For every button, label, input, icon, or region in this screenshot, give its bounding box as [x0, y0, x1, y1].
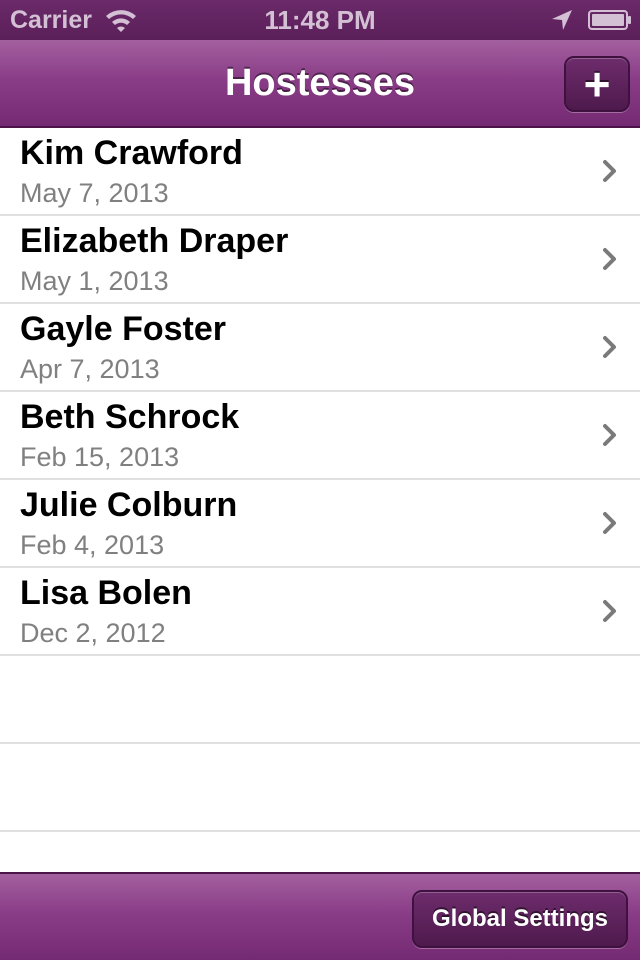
status-time: 11:48 PM: [264, 5, 376, 35]
list-item[interactable]: Lisa Bolen Dec 2, 2012: [0, 568, 640, 656]
global-settings-button[interactable]: Global Settings: [412, 890, 628, 948]
list-item[interactable]: Julie Colburn Feb 4, 2013: [0, 480, 640, 568]
hostess-date: May 7, 2013: [20, 178, 169, 208]
status-bar: Carrier 11:48 PM: [0, 0, 640, 40]
empty-row: [0, 744, 640, 832]
list-item[interactable]: Elizabeth Draper May 1, 2013: [0, 216, 640, 304]
navigation-bar: Hostesses +: [0, 40, 640, 128]
add-hostess-button[interactable]: +: [564, 56, 630, 112]
hostess-name: Gayle Foster: [20, 310, 226, 348]
hostess-date: Dec 2, 2012: [20, 618, 166, 648]
status-right: [550, 0, 632, 40]
hostess-date: Feb 15, 2013: [20, 442, 180, 472]
page-title: Hostesses: [224, 62, 416, 104]
location-icon: [552, 10, 572, 30]
chevron-right-icon: [603, 336, 616, 358]
list-item[interactable]: Beth Schrock Feb 15, 2013: [0, 392, 640, 480]
empty-row: [0, 656, 640, 744]
hostess-name: Kim Crawford: [20, 134, 243, 172]
hostess-date: Apr 7, 2013: [20, 354, 160, 384]
hostess-list: Kim Crawford May 7, 2013 Elizabeth Drape…: [0, 128, 640, 832]
chevron-right-icon: [603, 600, 616, 622]
chevron-right-icon: [603, 424, 616, 446]
list-item[interactable]: Gayle Foster Apr 7, 2013: [0, 304, 640, 392]
chevron-right-icon: [603, 248, 616, 270]
hostess-date: Feb 4, 2013: [20, 530, 165, 560]
list-item[interactable]: Kim Crawford May 7, 2013: [0, 128, 640, 216]
hostess-name: Lisa Bolen: [20, 574, 192, 612]
chevron-right-icon: [603, 512, 616, 534]
plus-icon: +: [583, 58, 611, 110]
bottom-toolbar: Global Settings: [0, 872, 640, 960]
hostess-date: May 1, 2013: [20, 266, 169, 296]
hostess-name: Julie Colburn: [20, 486, 238, 524]
hostess-name: Beth Schrock: [20, 398, 240, 436]
chevron-right-icon: [603, 160, 616, 182]
hostess-name: Elizabeth Draper: [20, 222, 289, 260]
battery-icon: [588, 10, 631, 30]
